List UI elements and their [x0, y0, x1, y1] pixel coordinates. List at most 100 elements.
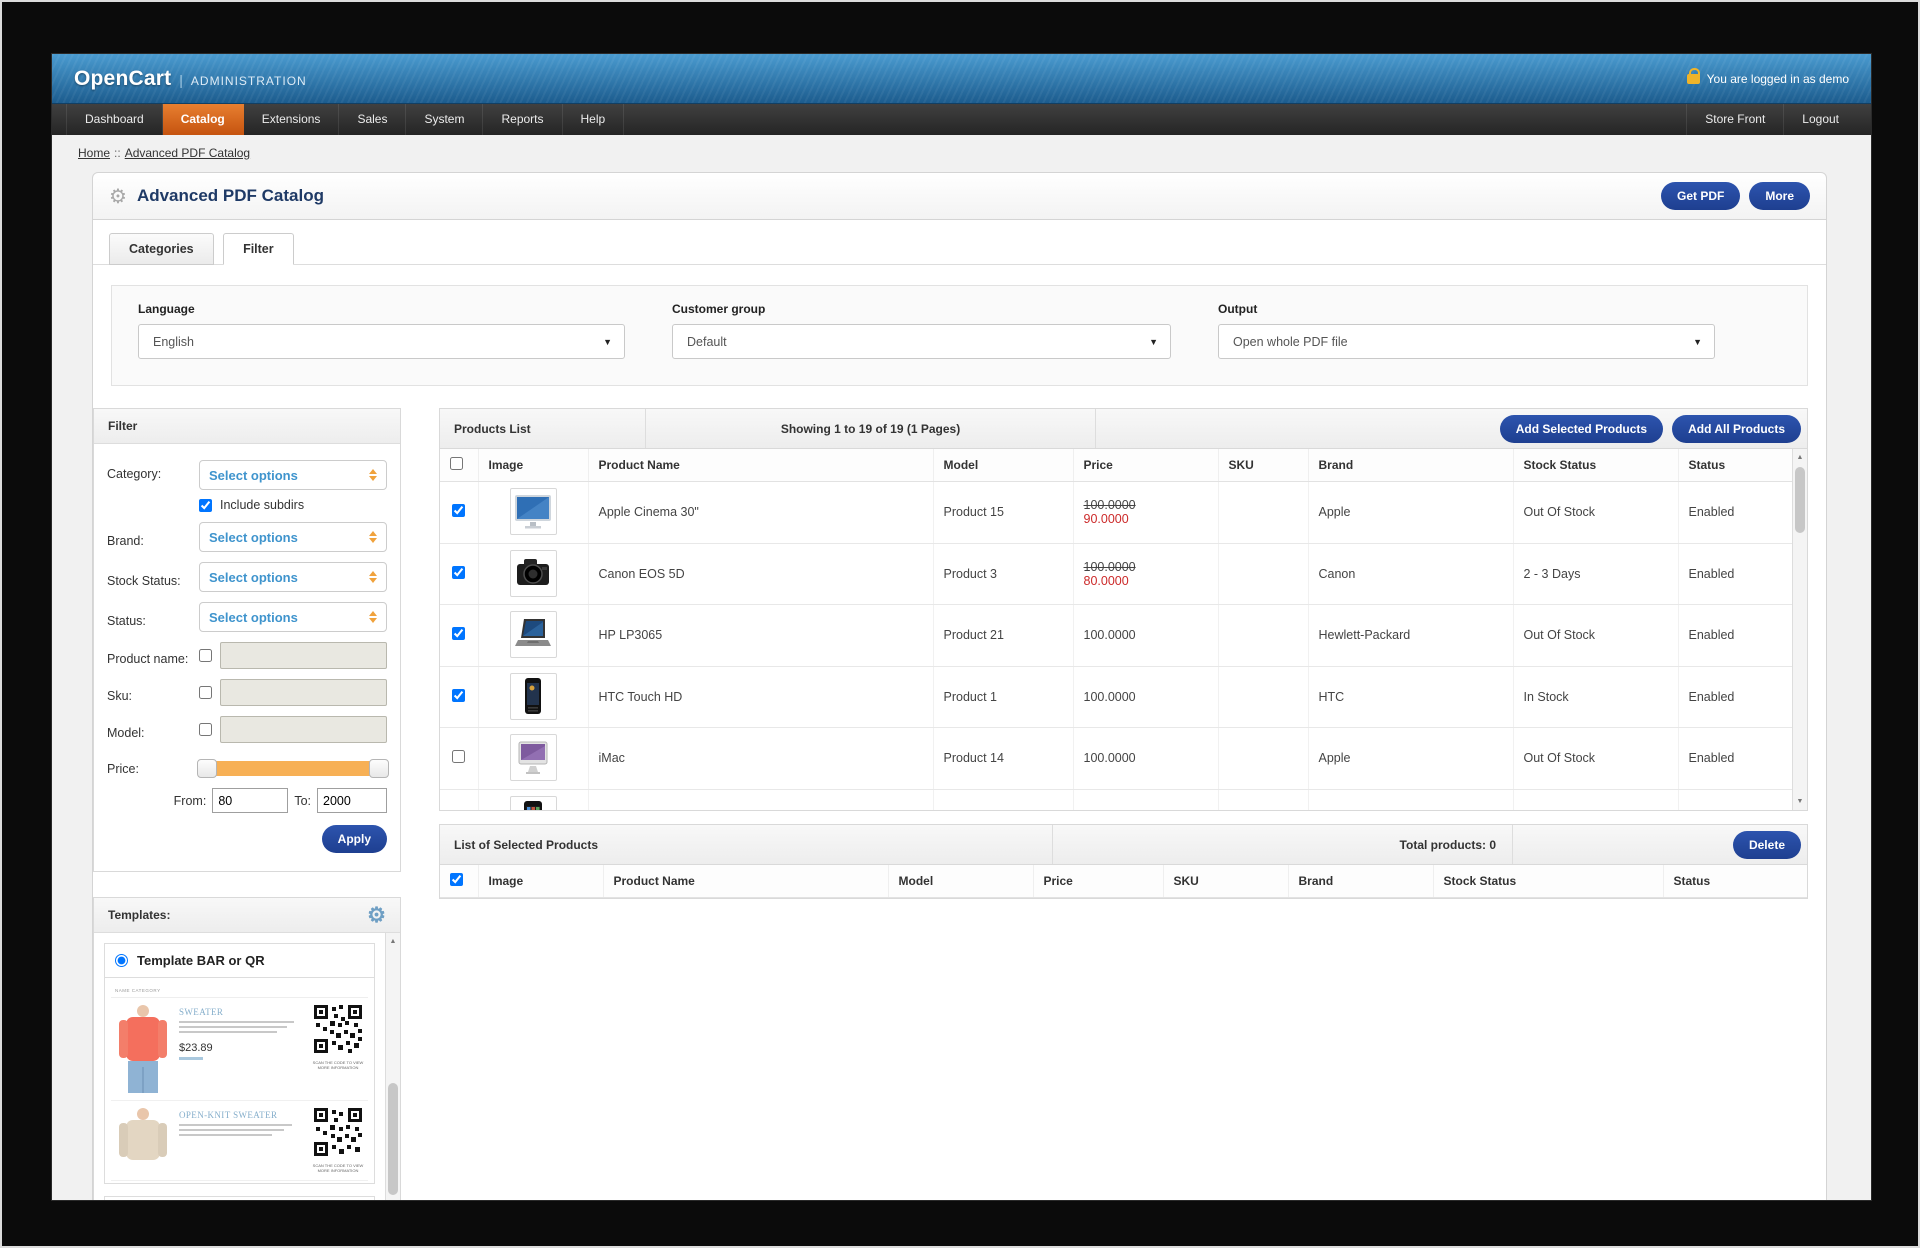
- caret-down-icon: ▼: [603, 337, 612, 347]
- tab-filter[interactable]: Filter: [223, 233, 294, 265]
- cell-stock-status: 2 - 3 Days: [1513, 543, 1678, 605]
- product-name-input[interactable]: [220, 642, 387, 669]
- filter-panel-title: Filter: [94, 409, 400, 444]
- add-all-products-button[interactable]: Add All Products: [1672, 415, 1801, 443]
- templates-gear-icon[interactable]: ⚙: [367, 903, 386, 928]
- cell-stock-status: Out Of Stock: [1513, 482, 1678, 544]
- language-label: Language: [138, 302, 625, 316]
- stock-status-multiselect-placeholder: Select options: [209, 570, 369, 585]
- products-list-title: Products List: [440, 409, 646, 448]
- price-slider-handle-min[interactable]: [197, 759, 217, 778]
- category-multiselect[interactable]: Select options: [199, 460, 387, 490]
- product-row: iMac Product 14 100.0000 Apple Out Of St…: [440, 728, 1792, 790]
- templates-scrollbar[interactable]: ▲ ▼: [385, 933, 400, 1200]
- row-checkbox[interactable]: [452, 504, 465, 517]
- brand-divider: |: [179, 72, 183, 88]
- brand-logo: OpenCart: [74, 67, 171, 91]
- nav-item-help[interactable]: Help: [563, 104, 625, 135]
- more-button[interactable]: More: [1749, 182, 1810, 210]
- sku-enable-checkbox[interactable]: [199, 686, 212, 699]
- caret-down-icon: ▼: [1149, 337, 1158, 347]
- nav-item-system[interactable]: System: [406, 104, 483, 135]
- template-bar-or-qr-radio[interactable]: [115, 954, 128, 967]
- delete-button[interactable]: Delete: [1733, 831, 1801, 859]
- nav-item-reports[interactable]: Reports: [483, 104, 562, 135]
- select-all-checkbox[interactable]: [450, 457, 463, 470]
- price-from-input[interactable]: [212, 788, 288, 813]
- apply-button[interactable]: Apply: [322, 825, 387, 853]
- templates-scrollbar-thumb[interactable]: [388, 1083, 398, 1195]
- imac-image: [510, 734, 557, 781]
- row-checkbox[interactable]: [452, 750, 465, 763]
- right-column: Products List Showing 1 to 19 of 19 (1 P…: [439, 408, 1808, 899]
- col-stock-status: Stock Status: [1433, 865, 1663, 898]
- nav-item-catalog[interactable]: Catalog: [163, 104, 244, 135]
- products-list-head: Products List Showing 1 to 19 of 19 (1 P…: [439, 408, 1808, 449]
- cell-price: 100.0000: [1073, 728, 1218, 790]
- nav-item-extensions[interactable]: Extensions: [244, 104, 340, 135]
- products-showing-text: Showing 1 to 19 of 19 (1 Pages): [646, 409, 1096, 448]
- stock-status-multiselect[interactable]: Select options: [199, 562, 387, 592]
- templates-panel-head: Templates: ⚙: [94, 898, 400, 933]
- tab-row: Categories Filter: [93, 232, 1826, 265]
- customer-group-select-value: Default: [687, 335, 727, 349]
- sweater-photo: [114, 1005, 172, 1093]
- preview-item-old-price: [179, 1057, 203, 1060]
- filter-row-stock-status: Stock Status: Select options: [107, 562, 387, 592]
- nav-item-store-front[interactable]: Store Front: [1686, 104, 1783, 135]
- filter-row-price: Price:: [107, 753, 387, 778]
- cell-brand: Apple: [1308, 728, 1513, 790]
- output-label: Output: [1218, 302, 1715, 316]
- iphone-image: [510, 796, 557, 812]
- filter-body: Category: Select options Include subdirs: [94, 444, 400, 871]
- templates-scroll-area: Template BAR or QR NAME CATEGORY: [94, 933, 400, 1200]
- row-checkbox[interactable]: [452, 627, 465, 640]
- scroll-down-icon[interactable]: ▼: [1793, 794, 1807, 809]
- selected-products-title: List of Selected Products: [440, 825, 1053, 864]
- col-image: Image: [478, 449, 588, 482]
- cell-price: 100.000080.0000: [1073, 543, 1218, 605]
- output-select-value: Open whole PDF file: [1233, 335, 1348, 349]
- status-multiselect[interactable]: Select options: [199, 602, 387, 632]
- nav-item-sales[interactable]: Sales: [339, 104, 406, 135]
- brand-multiselect[interactable]: Select options: [199, 522, 387, 552]
- add-selected-products-button[interactable]: Add Selected Products: [1500, 415, 1663, 443]
- scroll-up-icon[interactable]: ▲: [1793, 450, 1807, 465]
- cell-model: Product 21: [933, 605, 1073, 667]
- cell-product-name: Canon EOS 5D: [588, 543, 933, 605]
- customer-group-select[interactable]: Default ▼: [672, 324, 1171, 359]
- price-to-input[interactable]: [317, 788, 387, 813]
- nav-item-logout[interactable]: Logout: [1783, 104, 1857, 135]
- stock-status-label: Stock Status:: [107, 567, 199, 588]
- row-checkbox[interactable]: [452, 566, 465, 579]
- row-checkbox[interactable]: [452, 689, 465, 702]
- scroll-up-icon[interactable]: ▲: [386, 934, 400, 949]
- tab-categories[interactable]: Categories: [109, 233, 214, 265]
- preview-item-title: OPEN-KNIT SWEATER: [179, 1110, 304, 1120]
- sku-input[interactable]: [220, 679, 387, 706]
- preview-item-title: SWEATER: [179, 1007, 304, 1017]
- output-select[interactable]: Open whole PDF file ▼: [1218, 324, 1715, 359]
- cell-model: Product 14: [933, 728, 1073, 790]
- main-navbar: Dashboard Catalog Extensions Sales Syste…: [52, 104, 1871, 135]
- language-select[interactable]: English ▼: [138, 324, 625, 359]
- breadcrumb-home-link[interactable]: Home: [78, 146, 110, 160]
- nav-item-dashboard[interactable]: Dashboard: [66, 104, 163, 135]
- include-subdirs-checkbox[interactable]: [199, 499, 212, 512]
- products-scrollbar[interactable]: ▲ ▼: [1792, 449, 1807, 810]
- filter-row-product-name: Product name:: [107, 642, 387, 669]
- price-slider-handle-max[interactable]: [369, 759, 389, 778]
- model-enable-checkbox[interactable]: [199, 723, 212, 736]
- cell-stock-status: Out Of Stock: [1513, 789, 1678, 811]
- breadcrumb-current-link[interactable]: Advanced PDF Catalog: [125, 146, 250, 160]
- product-name-enable-checkbox[interactable]: [199, 649, 212, 662]
- template-option-bar-or-qr[interactable]: Template BAR or QR: [104, 943, 375, 978]
- cell-product-name: HTC Touch HD: [588, 666, 933, 728]
- total-products-text: Total products: 0: [1053, 825, 1513, 864]
- model-input[interactable]: [220, 716, 387, 743]
- price-range-slider[interactable]: [199, 761, 387, 776]
- template-option-four[interactable]: Template four: [104, 1196, 375, 1200]
- get-pdf-button[interactable]: Get PDF: [1661, 182, 1740, 210]
- products-scrollbar-thumb[interactable]: [1795, 467, 1805, 533]
- selected-select-all-checkbox[interactable]: [450, 873, 463, 886]
